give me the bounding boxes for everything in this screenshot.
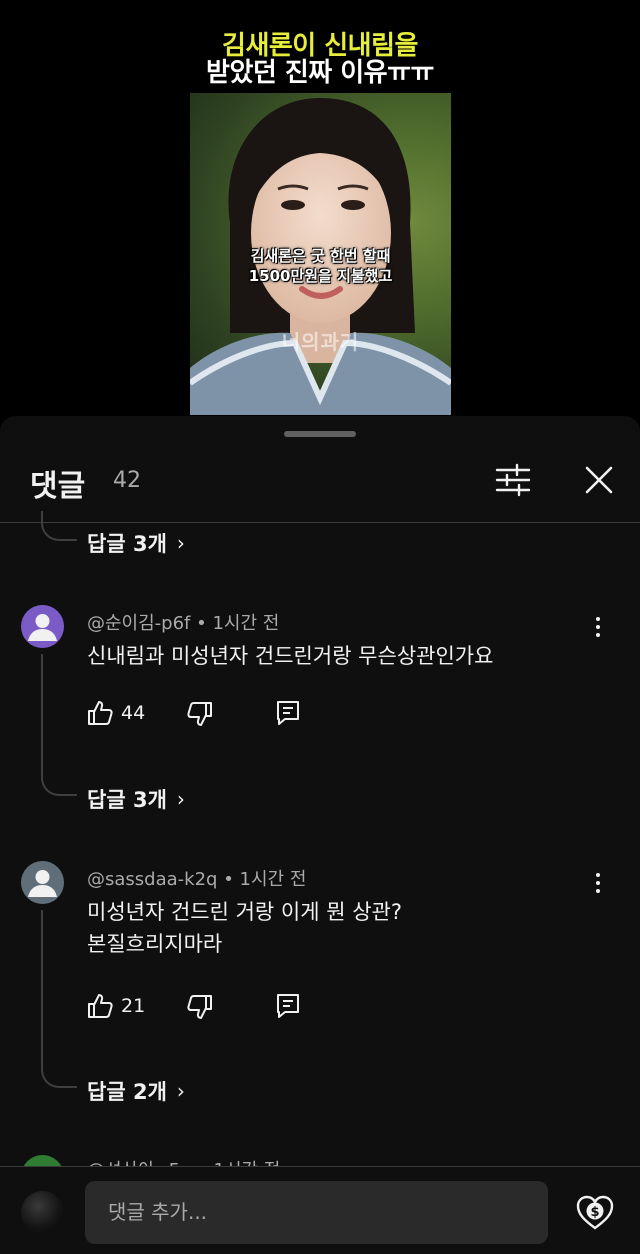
reply-comment-icon — [277, 994, 299, 1018]
thread-connector — [41, 511, 77, 541]
thread-connector — [41, 654, 43, 766]
comment-time: 1시간 전 — [239, 869, 307, 890]
view-replies-button[interactable]: 답글 3개 › — [87, 784, 185, 814]
comment-time: 1시간 전 — [212, 613, 280, 634]
close-button[interactable] — [579, 460, 619, 500]
svg-text:$: $ — [590, 1205, 599, 1220]
header-divider — [0, 522, 640, 523]
avatar[interactable] — [21, 605, 64, 648]
super-thanks-button[interactable]: $ — [574, 1192, 616, 1234]
comment-text: 미성년자 건드린 거랑 이게 뭔 상관? 본질흐리지마라 — [87, 896, 402, 960]
person-icon — [28, 870, 57, 897]
video-player[interactable]: 김새론이 신내림을 받았던 진짜 이유ㅠㅠ 김새론은 굿 한번 할때 1500만… — [0, 0, 640, 420]
chevron-right-icon: › — [176, 531, 185, 555]
more-options-button[interactable] — [586, 609, 610, 645]
view-replies-label: 답글 3개 — [87, 532, 167, 556]
user-avatar[interactable] — [21, 1191, 64, 1234]
chevron-right-icon: › — [176, 1079, 185, 1103]
more-dot-icon — [596, 881, 600, 885]
comment-composer: 댓글 추가... $ — [0, 1166, 640, 1254]
chevron-right-icon: › — [176, 787, 185, 811]
thread-connector — [41, 1058, 77, 1088]
thumbs-up-icon — [88, 994, 113, 1018]
more-dot-icon — [596, 633, 600, 637]
reply-comment-icon — [277, 701, 299, 725]
close-icon — [585, 466, 613, 494]
thumbs-down-icon — [187, 702, 212, 726]
comments-sheet: 댓글 42 답글 3개 › @순이김-p6f • 1시간 전 신내림과 미성년자… — [0, 416, 640, 1254]
video-watermark: 너의과거 — [281, 330, 360, 354]
sliders-icon — [495, 463, 531, 497]
comments-title: 댓글 — [30, 469, 86, 504]
comment-text-line: 미성년자 건드린 거랑 이게 뭔 상관? — [87, 900, 403, 924]
view-replies-button[interactable]: 답글 3개 › — [87, 528, 185, 558]
more-dot-icon — [596, 625, 600, 629]
comments-count: 42 — [113, 468, 141, 493]
person-icon — [28, 614, 57, 641]
comment-text-line: 본질흐리지마라 — [87, 932, 223, 956]
dislike-button[interactable] — [186, 993, 214, 1021]
reply-button[interactable] — [275, 699, 301, 727]
like-count: 21 — [121, 995, 146, 1017]
drag-handle[interactable] — [284, 431, 356, 437]
view-replies-button[interactable]: 답글 2개 › — [87, 1076, 185, 1106]
avatar[interactable] — [21, 861, 64, 904]
comment-author[interactable]: @순이김-p6f — [87, 613, 190, 634]
video-caption-line1: 김새론은 굿 한번 할때 — [250, 247, 391, 265]
dislike-button[interactable] — [186, 700, 214, 728]
sort-filter-button[interactable] — [493, 460, 533, 500]
like-button[interactable] — [86, 992, 114, 1020]
more-dot-icon — [596, 889, 600, 893]
thread-connector — [41, 766, 77, 796]
like-button[interactable] — [86, 699, 114, 727]
view-replies-label: 답글 3개 — [87, 788, 167, 812]
super-thanks-heart-icon: $ — [576, 1195, 614, 1230]
video-title-line2: 받았던 진짜 이유ㅠㅠ — [206, 58, 434, 88]
more-dot-icon — [596, 873, 600, 877]
video-frame: 김새론은 굿 한번 할때 1500만원을 지불했고 너의과거 — [190, 93, 451, 415]
comment-text: 신내림과 미성년자 건드린거랑 무슨상관인가요 — [87, 640, 493, 672]
thumbs-up-icon — [88, 701, 113, 725]
meta-separator: • — [196, 613, 213, 634]
comment-meta: @sassdaa-k2q • 1시간 전 — [87, 865, 306, 891]
video-title-line1: 김새론이 신내림을 — [222, 31, 418, 61]
comment-meta: @순이김-p6f • 1시간 전 — [87, 609, 279, 635]
meta-separator: • — [223, 869, 240, 890]
more-options-button[interactable] — [586, 865, 610, 901]
reply-button[interactable] — [275, 992, 301, 1020]
add-comment-input[interactable]: 댓글 추가... — [85, 1181, 548, 1244]
like-count: 44 — [121, 702, 146, 724]
comment-text-line: 신내림과 미성년자 건드린거랑 무슨상관인가요 — [87, 644, 494, 668]
video-caption-line2: 1500만원을 지불했고 — [248, 267, 393, 285]
thread-connector — [41, 910, 43, 1058]
comment-author[interactable]: @sassdaa-k2q — [87, 869, 217, 890]
view-replies-label: 답글 2개 — [87, 1080, 167, 1104]
thumbs-down-icon — [187, 995, 212, 1019]
more-dot-icon — [596, 617, 600, 621]
